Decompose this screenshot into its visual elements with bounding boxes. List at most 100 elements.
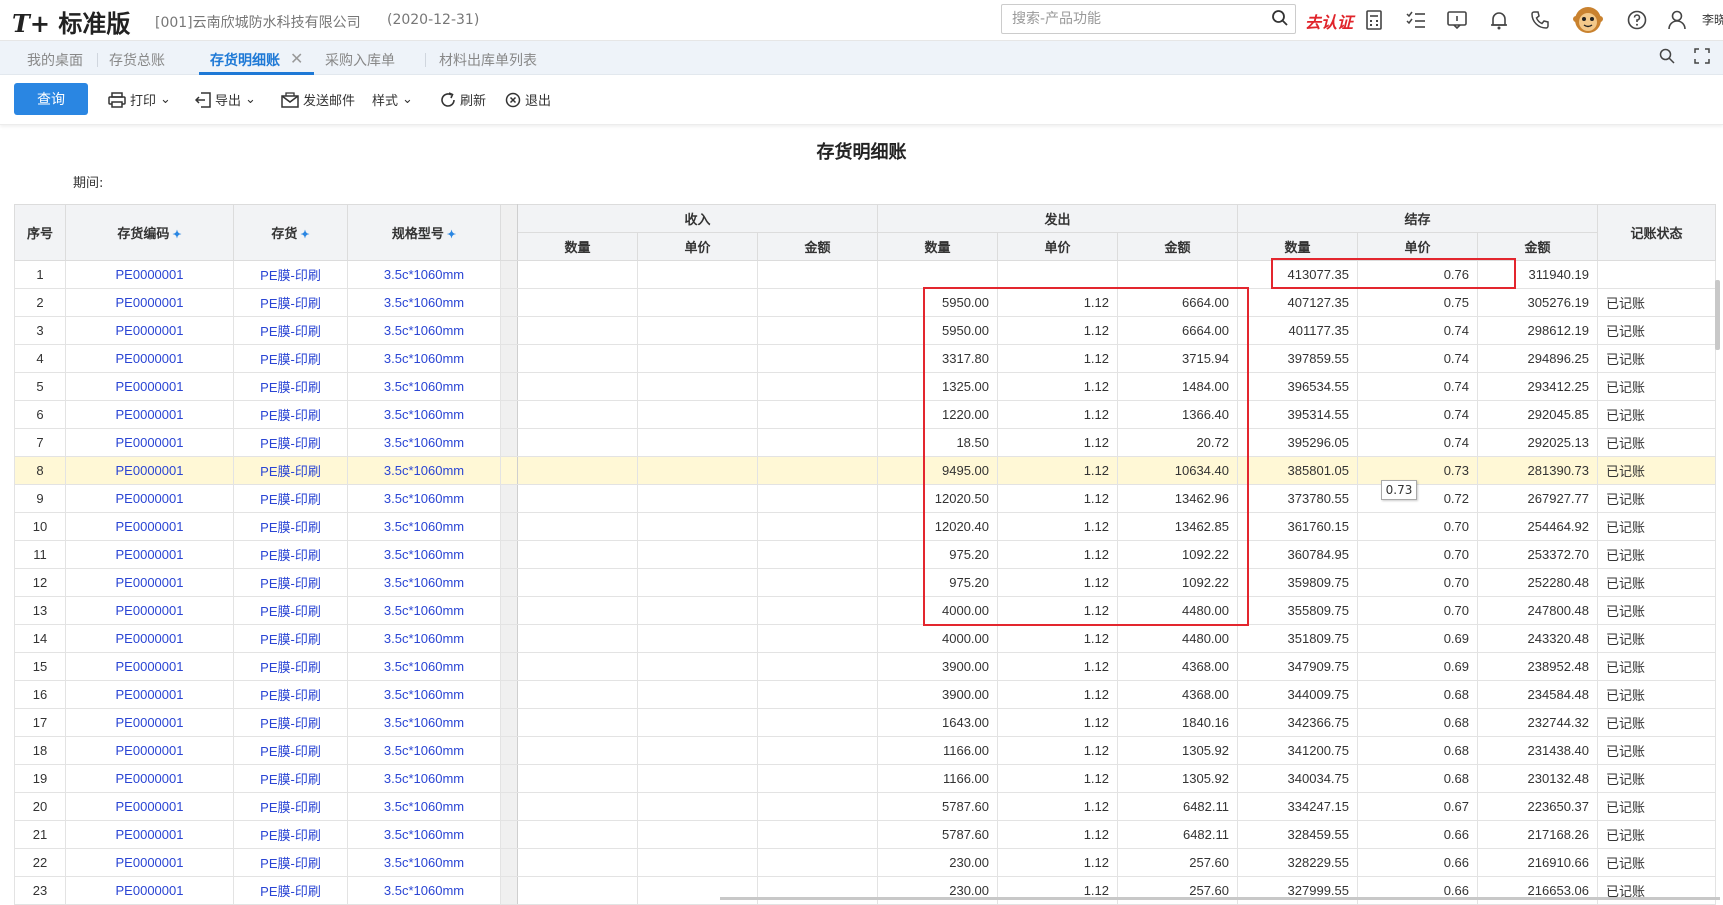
cell-code[interactable]: PE0000001 <box>65 260 234 289</box>
cell-code[interactable]: PE0000001 <box>65 652 234 681</box>
cell-item[interactable]: PE膜-印刷 <box>233 736 348 765</box>
search-icon[interactable] <box>1271 9 1289 31</box>
cell-spec[interactable]: 3.5c*1060mm <box>347 484 501 513</box>
cell-item[interactable]: PE膜-印刷 <box>233 344 348 373</box>
cell-item[interactable]: PE膜-印刷 <box>233 624 348 653</box>
cell-spec[interactable]: 3.5c*1060mm <box>347 680 501 709</box>
print-button[interactable]: 打印 ⌄ <box>108 90 171 109</box>
cell-code[interactable]: PE0000001 <box>65 456 234 485</box>
table-row[interactable]: 22 PE0000001 PE膜-印刷 3.5c*1060mm 230.00 1.12 25… <box>14 848 1716 877</box>
cell-code[interactable]: PE0000001 <box>65 680 234 709</box>
cell-spec[interactable]: 3.5c*1060mm <box>347 792 501 821</box>
bell-icon[interactable] <box>1487 8 1511 32</box>
cell-item[interactable]: PE膜-印刷 <box>233 288 348 317</box>
cell-spec[interactable]: 3.5c*1060mm <box>347 428 501 457</box>
cell-item[interactable]: PE膜-印刷 <box>233 456 348 485</box>
header-item[interactable]: 存货 ✦ <box>233 204 348 261</box>
certify-link[interactable]: 去认证 <box>1305 9 1353 33</box>
table-row[interactable]: 18 PE0000001 PE膜-印刷 3.5c*1060mm 1166.00 1.12 1… <box>14 736 1716 765</box>
cell-item[interactable]: PE膜-印刷 <box>233 596 348 625</box>
cell-code[interactable]: PE0000001 <box>65 708 234 737</box>
cell-spec[interactable]: 3.5c*1060mm <box>347 400 501 429</box>
user-name[interactable]: 李晓 <box>1702 11 1723 28</box>
cell-code[interactable]: PE0000001 <box>65 624 234 653</box>
table-row[interactable]: 21 PE0000001 PE膜-印刷 3.5c*1060mm 5787.60 1.12 6… <box>14 820 1716 849</box>
cell-item[interactable]: PE膜-印刷 <box>233 568 348 597</box>
cell-code[interactable]: PE0000001 <box>65 848 234 877</box>
cell-spec[interactable]: 3.5c*1060mm <box>347 568 501 597</box>
cell-item[interactable]: PE膜-印刷 <box>233 316 348 345</box>
pin-icon[interactable]: ✦ <box>447 229 456 241</box>
table-row[interactable]: 19 PE0000001 PE膜-印刷 3.5c*1060mm 1166.00 1.12 1… <box>14 764 1716 793</box>
table-row[interactable]: 23 PE0000001 PE膜-印刷 3.5c*1060mm 230.00 1.12 25… <box>14 876 1716 905</box>
cell-code[interactable]: PE0000001 <box>65 540 234 569</box>
cell-item[interactable]: PE膜-印刷 <box>233 764 348 793</box>
cell-item[interactable]: PE膜-印刷 <box>233 708 348 737</box>
query-button[interactable]: 查询 <box>14 83 88 115</box>
cell-spec[interactable]: 3.5c*1060mm <box>347 876 501 905</box>
cell-spec[interactable]: 3.5c*1060mm <box>347 848 501 877</box>
message-icon[interactable] <box>1445 8 1469 32</box>
table-row[interactable]: 6 PE0000001 PE膜-印刷 3.5c*1060mm 1220.00 1.12 13… <box>14 400 1716 429</box>
style-button[interactable]: 样式 ⌄ <box>372 90 413 109</box>
export-button[interactable]: 导出 ⌄ <box>195 90 256 109</box>
cell-item[interactable]: PE膜-印刷 <box>233 540 348 569</box>
cell-spec[interactable]: 3.5c*1060mm <box>347 764 501 793</box>
tab-material-issue-list[interactable]: 材料出库单列表 <box>439 50 537 70</box>
table-row[interactable]: 14 PE0000001 PE膜-印刷 3.5c*1060mm 4000.00 1.12 4… <box>14 624 1716 653</box>
cell-spec[interactable]: 3.5c*1060mm <box>347 260 501 289</box>
user-icon[interactable] <box>1665 8 1689 32</box>
cell-code[interactable]: PE0000001 <box>65 400 234 429</box>
table-row[interactable]: 12 PE0000001 PE膜-印刷 3.5c*1060mm 975.20 1.12 10… <box>14 568 1716 597</box>
checklist-icon[interactable] <box>1404 8 1428 32</box>
cell-code[interactable]: PE0000001 <box>65 736 234 765</box>
cell-item[interactable]: PE膜-印刷 <box>233 680 348 709</box>
table-row[interactable]: 16 PE0000001 PE膜-印刷 3.5c*1060mm 3900.00 1.12 4… <box>14 680 1716 709</box>
tab-inventory-detail[interactable]: 存货明细账 <box>210 50 280 70</box>
cell-code[interactable]: PE0000001 <box>65 792 234 821</box>
cell-spec[interactable]: 3.5c*1060mm <box>347 512 501 541</box>
cell-spec[interactable]: 3.5c*1060mm <box>347 540 501 569</box>
table-row[interactable]: 11 PE0000001 PE膜-印刷 3.5c*1060mm 975.20 1.12 10… <box>14 540 1716 569</box>
cell-code[interactable]: PE0000001 <box>65 820 234 849</box>
tab-purchase-receipt[interactable]: 采购入库单 <box>325 50 395 70</box>
frozen-divider[interactable] <box>500 204 518 261</box>
refresh-button[interactable]: 刷新 <box>440 90 486 109</box>
cell-item[interactable]: PE膜-印刷 <box>233 820 348 849</box>
help-icon[interactable] <box>1625 8 1649 32</box>
cell-item[interactable]: PE膜-印刷 <box>233 260 348 289</box>
vertical-scrollbar[interactable] <box>1715 280 1720 350</box>
table-row[interactable]: 15 PE0000001 PE膜-印刷 3.5c*1060mm 3900.00 1.12 4… <box>14 652 1716 681</box>
cell-item[interactable]: PE膜-印刷 <box>233 428 348 457</box>
calculator-icon[interactable] <box>1362 8 1386 32</box>
cell-code[interactable]: PE0000001 <box>65 764 234 793</box>
cell-item[interactable]: PE膜-印刷 <box>233 484 348 513</box>
cell-code[interactable]: PE0000001 <box>65 372 234 401</box>
phone-icon[interactable] <box>1528 8 1552 32</box>
cell-spec[interactable]: 3.5c*1060mm <box>347 708 501 737</box>
cell-code[interactable]: PE0000001 <box>65 316 234 345</box>
cell-spec[interactable]: 3.5c*1060mm <box>347 372 501 401</box>
table-row[interactable]: 3 PE0000001 PE膜-印刷 3.5c*1060mm 5950.00 1.12 66… <box>14 316 1716 345</box>
cell-code[interactable]: PE0000001 <box>65 428 234 457</box>
cell-item[interactable]: PE膜-印刷 <box>233 848 348 877</box>
cell-item[interactable]: PE膜-印刷 <box>233 512 348 541</box>
fullscreen-icon[interactable] <box>1690 44 1714 68</box>
cell-code[interactable]: PE0000001 <box>65 596 234 625</box>
table-row[interactable]: 8 PE0000001 PE膜-印刷 3.5c*1060mm 9495.00 1.12 10… <box>14 456 1716 485</box>
cell-code[interactable]: PE0000001 <box>65 568 234 597</box>
table-row[interactable]: 5 PE0000001 PE膜-印刷 3.5c*1060mm 1325.00 1.12 14… <box>14 372 1716 401</box>
cell-item[interactable]: PE膜-印刷 <box>233 792 348 821</box>
table-row[interactable]: 7 PE0000001 PE膜-印刷 3.5c*1060mm 18.50 1.12 20.7… <box>14 428 1716 457</box>
cell-item[interactable]: PE膜-印刷 <box>233 372 348 401</box>
cell-spec[interactable]: 3.5c*1060mm <box>347 820 501 849</box>
cell-code[interactable]: PE0000001 <box>65 512 234 541</box>
table-row[interactable]: 10 PE0000001 PE膜-印刷 3.5c*1060mm 12020.40 1.12… <box>14 512 1716 541</box>
cell-spec[interactable]: 3.5c*1060mm <box>347 288 501 317</box>
header-spec[interactable]: 规格型号 ✦ <box>347 204 501 261</box>
cell-spec[interactable]: 3.5c*1060mm <box>347 736 501 765</box>
cell-code[interactable]: PE0000001 <box>65 484 234 513</box>
header-code[interactable]: 存货编码 ✦ <box>65 204 234 261</box>
cell-spec[interactable]: 3.5c*1060mm <box>347 316 501 345</box>
table-row[interactable]: 13 PE0000001 PE膜-印刷 3.5c*1060mm 4000.00 1.12 4… <box>14 596 1716 625</box>
